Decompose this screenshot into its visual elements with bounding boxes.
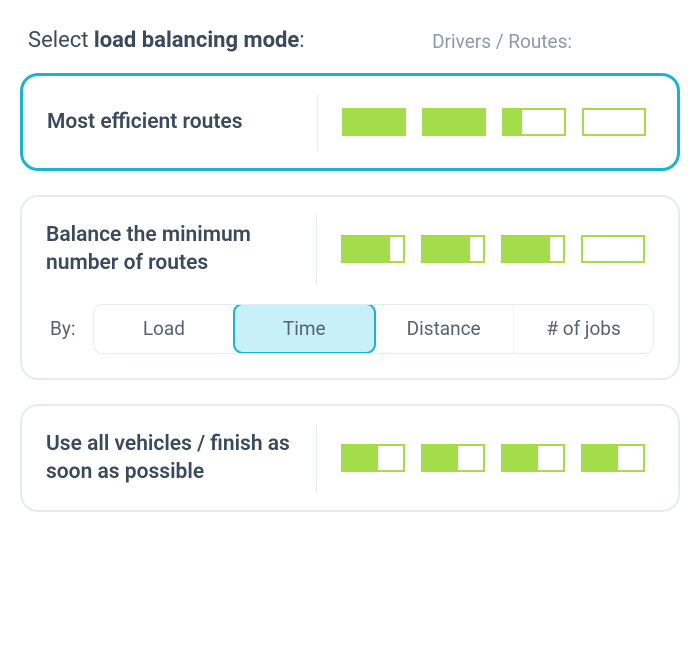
title-bold: load balancing mode [94,28,299,53]
load-bar-fill [423,237,470,261]
load-bar [422,108,486,136]
page-title: Select load balancing mode: [28,28,305,53]
option-use-all-vehicles[interactable]: Use all vehicles / finish as soon as pos… [20,404,680,513]
option-most-efficient[interactable]: Most efficient routes [20,73,680,171]
bars-group [317,235,654,263]
load-bar [582,108,646,136]
load-bar [502,108,566,136]
load-bar [421,235,485,263]
balance-by-option-distance[interactable]: Distance [374,305,514,353]
header-row: Select load balancing mode: Drivers / Ro… [20,28,680,53]
balance-by-option-time[interactable]: Time [233,304,376,354]
load-bar [581,235,645,263]
option-label: Balance the minimum number of routes [46,221,316,278]
title-prefix: Select [28,28,94,53]
balance-by-segmented: LoadTimeDistance# of jobs [93,304,654,354]
load-bar-fill [423,446,458,470]
load-bar [581,444,645,472]
load-bar-fill [583,446,618,470]
load-bar-fill [343,237,390,261]
load-bar-fill [503,237,550,261]
option-row: Use all vehicles / finish as soon as pos… [46,430,654,487]
title-suffix: : [299,28,304,53]
bars-group [318,108,653,136]
bars-group [317,444,654,472]
load-bar [341,444,405,472]
load-bar [342,108,406,136]
load-bar [421,444,485,472]
load-bar [501,444,565,472]
drivers-routes-label: Drivers / Routes: [432,30,672,53]
option-row: Balance the minimum number of routes [46,221,654,278]
balance-by-option-of-jobs[interactable]: # of jobs [514,305,653,353]
balance-by-label: By: [46,317,75,340]
load-bar-fill [424,110,484,134]
option-balance-minimum[interactable]: Balance the minimum number of routes By:… [20,195,680,380]
balance-by-row: By: LoadTimeDistance# of jobs [46,304,654,354]
option-label: Use all vehicles / finish as soon as pos… [46,430,316,487]
option-label: Most efficient routes [47,108,317,136]
load-bar-fill [343,446,378,470]
load-bar-fill [503,446,538,470]
balance-by-option-load[interactable]: Load [94,305,234,353]
load-bar [341,235,405,263]
load-bar-fill [504,110,522,134]
load-bar [501,235,565,263]
option-row: Most efficient routes [47,100,653,144]
load-bar-fill [344,110,404,134]
